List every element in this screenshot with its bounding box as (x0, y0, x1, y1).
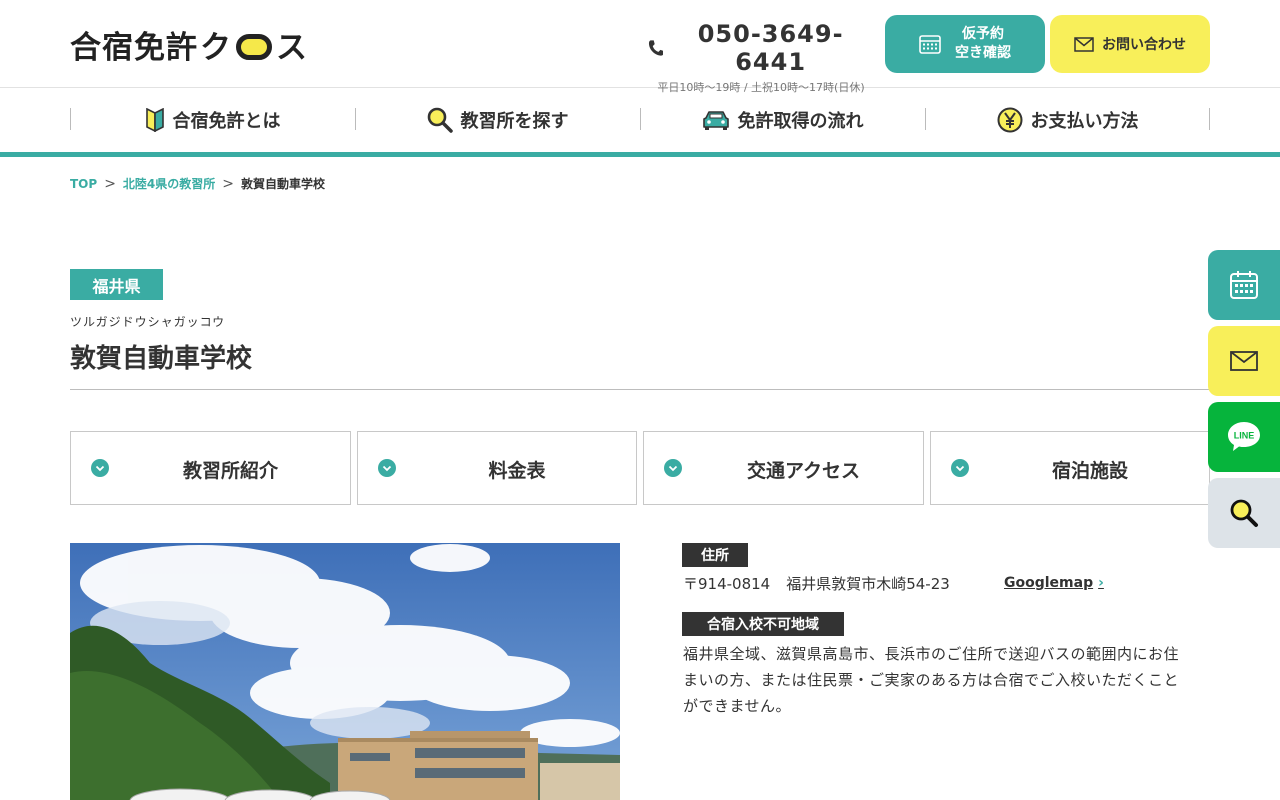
breadcrumb-region[interactable]: 北陸4県の教習所 (123, 175, 215, 192)
search-icon (427, 107, 453, 133)
logo-text-ku: ク (200, 30, 232, 66)
logo-ring-icon (236, 33, 272, 60)
reserve-label-line1: 仮予約 (962, 26, 1004, 43)
anchor-label: 教習所紹介 (182, 460, 278, 482)
nav-divider (1209, 108, 1210, 130)
phone-number-text: 050-3649-6441 (697, 20, 844, 76)
side-contact-button[interactable] (1208, 326, 1280, 396)
nav-label: 教習所を探す (460, 111, 569, 132)
reserve-button[interactable]: 仮予約 空き確認 (885, 15, 1045, 73)
anchor-label: 交通アクセス (746, 460, 861, 482)
googlemap-label: Googlemap (1004, 575, 1094, 591)
side-search-button[interactable] (1208, 478, 1280, 548)
search-icon (1230, 499, 1258, 527)
anchor-lodging[interactable]: 宿泊施設 (930, 431, 1210, 505)
nav-label: 合宿免許とは (172, 111, 281, 132)
school-photo (70, 543, 620, 800)
anchor-access[interactable]: 交通アクセス (643, 431, 924, 505)
prefecture-badge: 福井県 (70, 269, 163, 300)
chevron-right-icon: › (1098, 575, 1104, 591)
page: 合宿免許 ク ス 050-3649-6441 平日10時〜19時 / 土祝10時… (0, 0, 1280, 800)
anchor-intro[interactable]: 教習所紹介 (70, 431, 351, 505)
page-title: 敦賀自動車学校 (70, 344, 253, 374)
logo-text: 合宿免許 (70, 30, 198, 66)
mail-icon (1230, 351, 1258, 371)
anchor-label: 宿泊施設 (1051, 460, 1128, 482)
phone-icon (648, 40, 664, 56)
reserve-label-line2: 空き確認 (955, 45, 1011, 61)
contact-button[interactable]: お問い合わせ (1050, 15, 1210, 73)
breadcrumb-separator: > (222, 175, 235, 192)
mail-icon (1074, 36, 1094, 52)
school-name-kana: ツルガジドウシャガッコウ (70, 315, 226, 329)
nav-item-flow[interactable]: 免許取得の流れ (640, 108, 925, 132)
side-reserve-button[interactable] (1208, 250, 1280, 320)
site-header: 合宿免許 ク ス 050-3649-6441 平日10時〜19時 / 土祝10時… (0, 0, 1280, 94)
googlemap-link[interactable]: Googlemap › (1004, 575, 1104, 591)
contact-label: お問い合わせ (1102, 37, 1186, 53)
restriction-text: 福井県全域、滋賀県高島市、長浜市のご住所で送迎バスの範囲内にお住まいの方、または… (683, 645, 1180, 715)
school-photo-image (70, 543, 620, 800)
chevron-down-icon (91, 459, 109, 477)
address-row: 〒914-0814 福井県敦賀市木崎54-23 (683, 573, 950, 594)
reserve-label: 仮予約 空き確認 (955, 25, 1011, 63)
chevron-down-icon (951, 459, 969, 477)
restriction-label: 合宿入校不可地域 (682, 612, 844, 636)
address-label: 住所 (682, 543, 748, 567)
side-line-button[interactable]: LINE (1208, 402, 1280, 472)
nav-item-payment[interactable]: お支払い方法 (925, 107, 1210, 133)
breadcrumb: TOP > 北陸4県の教習所 > 敦賀自動車学校 (70, 175, 325, 192)
breadcrumb-current: 敦賀自動車学校 (241, 177, 326, 191)
calendar-icon (919, 35, 941, 54)
nav-item-about[interactable]: 合宿免許とは (70, 108, 355, 132)
anchor-label: 料金表 (488, 460, 546, 482)
global-nav: 合宿免許とは 教習所を探す 免許取得の流れ お支払い方法 (0, 88, 1280, 152)
nav-item-search[interactable]: 教習所を探す (355, 107, 640, 133)
breadcrumb-top[interactable]: TOP (70, 177, 97, 191)
chevron-down-icon (664, 459, 682, 477)
beginner-mark-icon (145, 108, 164, 132)
yen-icon (997, 107, 1022, 133)
breadcrumb-separator: > (104, 175, 116, 192)
phone-number[interactable]: 050-3649-6441 (648, 20, 874, 76)
nav-accent-bar (0, 152, 1280, 157)
phone-block: 050-3649-6441 平日10時〜19時 / 土祝10時〜17時(日休) (648, 20, 874, 95)
site-logo[interactable]: 合宿免許 ク ス (70, 22, 308, 67)
address-text: 福井県敦賀市木崎54-23 (786, 575, 950, 593)
line-icon-label: LINE (1234, 431, 1255, 441)
anchor-price[interactable]: 料金表 (357, 431, 637, 505)
nav-label: 免許取得の流れ (737, 111, 864, 132)
car-icon (702, 111, 729, 130)
postal-code: 〒914-0814 (683, 575, 771, 593)
line-icon: LINE (1228, 422, 1260, 451)
logo-text-su: ス (276, 30, 308, 66)
calendar-icon (1230, 271, 1258, 299)
nav-label: お支払い方法 (1030, 111, 1139, 132)
title-divider (70, 389, 1210, 390)
chevron-down-icon (378, 459, 396, 477)
